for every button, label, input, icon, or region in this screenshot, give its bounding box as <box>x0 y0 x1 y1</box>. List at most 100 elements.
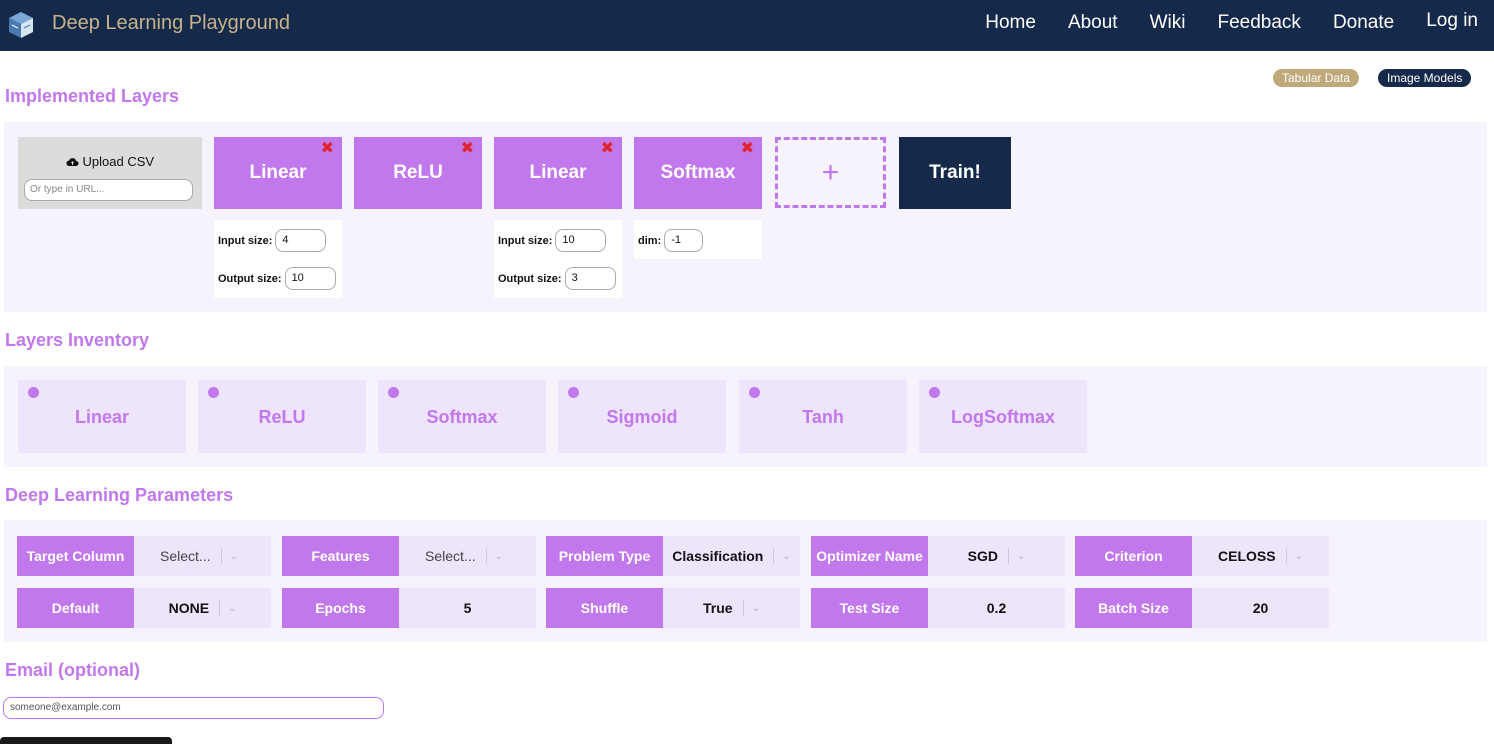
linear-2-params: Input size: 10 Output size: 3 <box>494 220 622 298</box>
optimizer-name-label: Optimizer Name <box>811 536 928 576</box>
inventory-item-relu[interactable]: ReLU <box>198 380 366 453</box>
inventory-item-label: Sigmoid <box>606 407 678 427</box>
target-column-select[interactable]: Select... ⌄ <box>134 536 271 576</box>
layer-name: ReLU <box>393 162 443 183</box>
problem-type-select[interactable]: Classification ⌄ <box>663 536 800 576</box>
train-button[interactable]: Train! <box>899 137 1011 209</box>
shuffle-select[interactable]: True ⌄ <box>663 588 800 628</box>
upload-csv-label[interactable]: Upload CSV <box>18 154 202 169</box>
input-size-row: Input size: 4 <box>218 229 327 252</box>
upload-csv-box[interactable]: Upload CSV Or type in URL... <box>18 137 202 209</box>
input-size-label: Input size: <box>218 234 273 247</box>
epochs-input[interactable]: 5 <box>399 588 536 628</box>
output-size-label: Output size: <box>498 272 562 285</box>
shuffle-value: True <box>703 600 733 616</box>
shuffle-label: Shuffle <box>546 588 663 628</box>
inventory-item-linear[interactable]: Linear <box>18 380 186 453</box>
test-size-input[interactable]: 0.2 <box>928 588 1065 628</box>
remove-layer-icon[interactable]: ✖ <box>461 138 474 158</box>
features-select[interactable]: Select... ⌄ <box>399 536 536 576</box>
top-navbar: Deep Learning Playground Home About Wiki… <box>0 0 1494 51</box>
linear-1-params: Input size: 4 Output size: 10 <box>214 220 342 298</box>
chevron-down-icon: ⌄ <box>1016 550 1026 562</box>
optimizer-name-value: SGD <box>967 548 998 564</box>
nav-home[interactable]: Home <box>985 12 1036 34</box>
output-size-field[interactable]: 10 <box>284 267 336 290</box>
image-models-badge[interactable]: Image Models <box>1378 69 1472 87</box>
input-size-field[interactable]: 10 <box>555 229 607 252</box>
layer-card-softmax[interactable]: Softmax ✖ <box>634 137 762 209</box>
target-column-value: Select... <box>160 548 211 564</box>
chevron-down-icon: ⌄ <box>782 550 791 562</box>
cloud-upload-icon <box>66 158 79 166</box>
layer-name: Softmax <box>660 162 736 183</box>
info-icon[interactable] <box>28 387 39 398</box>
chevron-down-icon: ⌄ <box>1294 550 1303 562</box>
remove-layer-icon[interactable]: ✖ <box>321 138 334 158</box>
output-size-row: Output size: 3 <box>498 267 616 290</box>
inventory-item-label: Tanh <box>802 407 844 427</box>
layer-name: Linear <box>529 162 587 183</box>
test-size-label: Test Size <box>811 588 928 628</box>
brand-title[interactable]: Deep Learning Playground <box>52 12 290 35</box>
batch-size-label: Batch Size <box>1075 588 1192 628</box>
info-icon[interactable] <box>388 387 399 398</box>
dim-label: dim: <box>638 234 662 247</box>
features-label: Features <box>282 536 399 576</box>
nav-feedback[interactable]: Feedback <box>1217 12 1300 34</box>
remove-layer-icon[interactable]: ✖ <box>741 138 754 158</box>
batch-size-input[interactable]: 20 <box>1192 588 1329 628</box>
implemented-layers-title: Implemented Layers <box>5 86 180 106</box>
epochs-label: Epochs <box>282 588 399 628</box>
tabular-data-badge[interactable]: Tabular Data <box>1273 69 1360 87</box>
remove-layer-icon[interactable]: ✖ <box>601 138 614 158</box>
bottom-bar <box>0 737 172 744</box>
problem-type-value: Classification <box>672 548 764 564</box>
info-icon[interactable] <box>568 387 579 398</box>
nav-links: Home About Wiki Feedback Donate Log in <box>953 10 1478 34</box>
dim-row: dim: -1 <box>638 229 704 252</box>
nav-login[interactable]: Log in <box>1426 10 1478 32</box>
plus-icon: + <box>821 155 840 189</box>
inventory-item-label: Linear <box>74 407 130 427</box>
criterion-label: Criterion <box>1075 536 1192 576</box>
layer-name: Linear <box>249 162 307 183</box>
optimizer-name-select[interactable]: SGD ⌄ <box>928 536 1065 576</box>
inventory-item-logsoftmax[interactable]: LogSoftmax <box>919 380 1087 453</box>
output-size-label: Output size: <box>218 272 282 285</box>
nav-wiki[interactable]: Wiki <box>1150 12 1186 34</box>
add-layer-dropzone[interactable]: + <box>775 137 886 208</box>
info-icon[interactable] <box>749 387 760 398</box>
nav-about[interactable]: About <box>1068 12 1118 34</box>
info-icon[interactable] <box>929 387 940 398</box>
inventory-item-label: Softmax <box>426 407 498 427</box>
inventory-item-sigmoid[interactable]: Sigmoid <box>558 380 726 453</box>
problem-type-label: Problem Type <box>546 536 663 576</box>
output-size-field[interactable]: 3 <box>564 267 616 290</box>
layer-card-linear-1[interactable]: Linear ✖ <box>214 137 342 209</box>
nav-donate[interactable]: Donate <box>1333 12 1394 34</box>
chevron-down-icon: ⌄ <box>228 602 237 614</box>
output-size-row: Output size: 10 <box>218 267 336 290</box>
inventory-item-label: LogSoftmax <box>950 407 1055 427</box>
csv-url-input[interactable]: Or type in URL... <box>24 179 193 201</box>
inventory-item-tanh[interactable]: Tanh <box>739 380 907 453</box>
default-select[interactable]: NONE ⌄ <box>134 588 271 628</box>
criterion-select[interactable]: CELOSS ⌄ <box>1192 536 1329 576</box>
target-column-label: Target Column <box>17 536 134 576</box>
inventory-item-softmax[interactable]: Softmax <box>378 380 546 453</box>
email-title: Email (optional) <box>5 660 140 680</box>
chevron-down-icon: ⌄ <box>229 550 238 562</box>
dim-field[interactable]: -1 <box>664 229 704 252</box>
input-size-field[interactable]: 4 <box>275 229 327 252</box>
features-value: Select... <box>425 548 476 564</box>
email-input[interactable]: someone@example.com <box>3 697 384 719</box>
cube-logo-icon[interactable] <box>6 10 36 40</box>
inventory-item-label: ReLU <box>258 407 306 427</box>
input-size-label: Input size: <box>498 234 553 247</box>
default-label: Default <box>17 588 134 628</box>
layer-card-linear-2[interactable]: Linear ✖ <box>494 137 622 209</box>
info-icon[interactable] <box>208 387 219 398</box>
layer-card-relu[interactable]: ReLU ✖ <box>354 137 482 209</box>
chevron-down-icon: ⌄ <box>751 602 760 614</box>
